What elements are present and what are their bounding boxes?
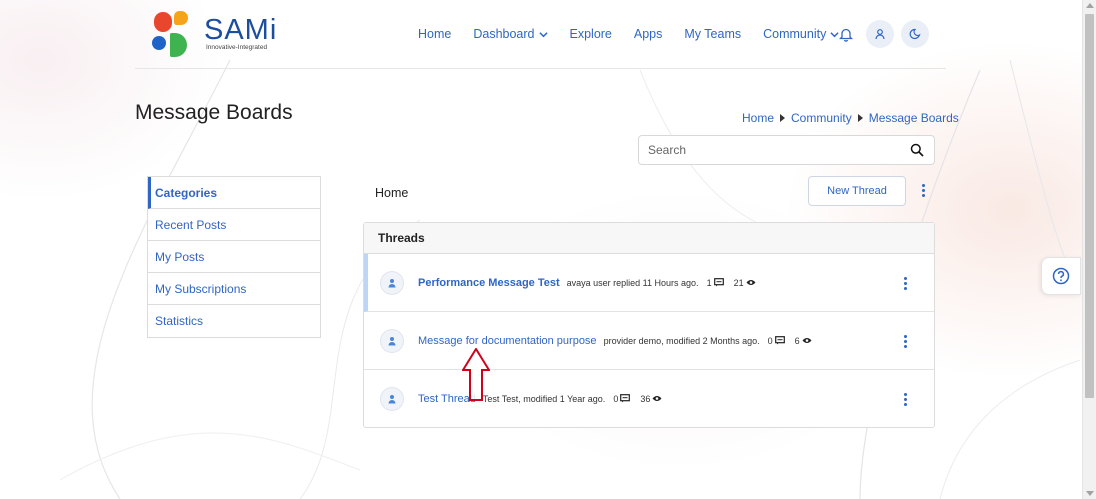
nav-label: Explore: [569, 27, 612, 41]
comment-icon: [774, 336, 785, 345]
scroll-up-icon[interactable]: [1086, 3, 1094, 8]
annotation-arrow-icon: [461, 347, 491, 407]
thread-row: Performance Message Test avaya user repl…: [364, 254, 934, 312]
user-icon[interactable]: [866, 20, 894, 48]
threads-header: Threads: [364, 223, 934, 254]
caret-right-icon: [780, 114, 786, 122]
eye-icon: [746, 280, 756, 285]
help-button[interactable]: [1041, 257, 1081, 295]
reply-count-value: 1: [706, 277, 712, 288]
view-count: 6: [795, 336, 812, 346]
nav-my-teams[interactable]: My Teams: [684, 27, 741, 41]
nav-apps[interactable]: Apps: [634, 27, 663, 41]
thread-title-link[interactable]: Message for documentation purpose: [418, 335, 597, 347]
sidebar-item-statistics[interactable]: Statistics: [148, 305, 320, 337]
sidebar-item-my-posts[interactable]: My Posts: [148, 241, 320, 273]
nav-label: Community: [763, 27, 827, 41]
comment-icon: [713, 278, 724, 287]
thread-meta: avaya user replied 11 Hours ago.: [566, 277, 699, 288]
chevron-down-icon: [538, 31, 548, 37]
current-category-label: Home: [375, 186, 409, 200]
view-count-value: 21: [733, 277, 744, 288]
reply-count-value: 0: [767, 335, 773, 346]
moon-icon[interactable]: [901, 20, 929, 48]
user-avatar-icon: [380, 386, 404, 411]
eye-icon: [802, 338, 812, 343]
sidebar-nav: Categories Recent Posts My Posts My Subs…: [147, 176, 321, 338]
thread-meta: Test Test, modified 1 Year ago.: [482, 393, 606, 404]
nav-label: My Teams: [684, 27, 742, 41]
search-box: [638, 135, 935, 165]
thread-row: Message for documentation purpose provid…: [364, 312, 934, 370]
nav-explore[interactable]: Explore: [570, 27, 612, 41]
reply-count: 0: [768, 336, 785, 346]
nav-community[interactable]: Community: [763, 27, 839, 41]
thread-summary: Performance Message Test avaya user repl…: [418, 277, 766, 289]
sidebar-item-recent-posts[interactable]: Recent Posts: [148, 209, 320, 241]
search-input[interactable]: [639, 136, 899, 164]
nav-label: Apps: [633, 27, 663, 41]
brand-tagline: Innovative-Integrated: [206, 44, 268, 51]
help-icon: [1052, 267, 1070, 285]
sidebar-item-my-subscriptions[interactable]: My Subscriptions: [148, 273, 320, 305]
thread-summary: Test Thread Test Test, modified 1 Year a…: [418, 393, 672, 405]
brand-name: SAMi: [204, 14, 278, 46]
thread-row: Test Thread Test Test, modified 1 Year a…: [364, 370, 934, 427]
breadcrumb-home[interactable]: Home: [742, 111, 774, 125]
logo-mark: [170, 33, 187, 57]
thread-meta: provider demo, modified 2 Months ago.: [603, 335, 760, 346]
logo-mark: [174, 11, 188, 25]
user-avatar-icon: [380, 328, 404, 353]
page-scrollbar[interactable]: [1082, 0, 1096, 499]
top-header: SAMi Innovative-Integrated Home Dashboar…: [135, 0, 946, 69]
breadcrumb-community[interactable]: Community: [791, 111, 852, 125]
nav-label: Dashboard: [473, 27, 535, 41]
main-nav: Home Dashboard Explore Apps My Teams Com…: [418, 20, 861, 48]
new-thread-button[interactable]: New Thread: [808, 176, 906, 206]
view-count-value: 36: [640, 393, 651, 404]
bell-icon[interactable]: [832, 20, 860, 48]
page-title: Message Boards: [135, 101, 293, 124]
breadcrumb-message-boards[interactable]: Message Boards: [869, 111, 959, 125]
breadcrumb: Home Community Message Boards: [742, 111, 959, 125]
sidebar-item-categories[interactable]: Categories: [148, 177, 320, 209]
reply-count: 1: [707, 278, 724, 288]
nav-dashboard[interactable]: Dashboard: [473, 27, 548, 41]
logo-mark: [152, 36, 166, 50]
comment-icon: [620, 394, 631, 403]
thread-options-icon[interactable]: [898, 273, 912, 293]
view-count: 36: [640, 394, 662, 404]
nav-home[interactable]: Home: [418, 27, 451, 41]
reply-count-value: 0: [613, 393, 619, 404]
nav-label: Home: [418, 27, 452, 41]
thread-title-link[interactable]: Performance Message Test: [418, 277, 560, 289]
thread-options-icon[interactable]: [898, 389, 912, 409]
logo[interactable]: SAMi Innovative-Integrated: [152, 11, 282, 59]
scrollbar-thumb[interactable]: [1085, 14, 1094, 398]
header-actions: [832, 20, 936, 48]
view-count: 21: [734, 278, 756, 288]
more-options-icon[interactable]: [916, 180, 930, 200]
scroll-down-icon[interactable]: [1086, 491, 1094, 496]
eye-icon: [652, 396, 662, 401]
view-count-value: 6: [794, 335, 800, 346]
user-avatar-icon: [380, 270, 404, 295]
search-icon[interactable]: [910, 143, 924, 162]
caret-right-icon: [857, 114, 863, 122]
thread-options-icon[interactable]: [898, 331, 912, 351]
thread-summary: Message for documentation purpose provid…: [418, 335, 822, 347]
reply-count: 0: [613, 393, 631, 404]
logo-mark: [154, 12, 172, 32]
threads-panel: Threads Performance Message Test avaya u…: [363, 222, 935, 428]
